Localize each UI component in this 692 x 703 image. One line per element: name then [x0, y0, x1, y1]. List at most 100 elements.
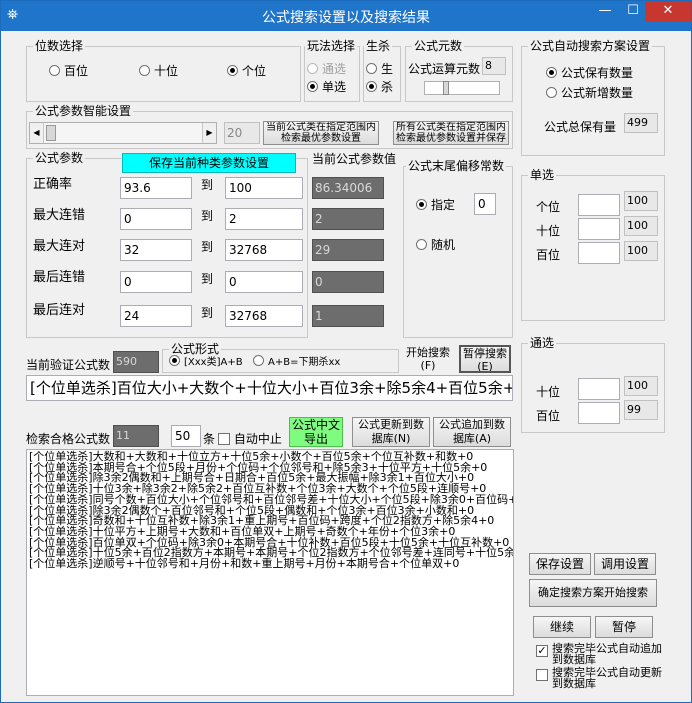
qualified-unit-label: 条: [203, 432, 216, 446]
last-miss-current-value: 0: [312, 271, 384, 293]
kill-group-label: 生杀: [364, 39, 393, 53]
minimize-button[interactable]: —: [591, 1, 619, 22]
export-chinese-button[interactable]: 公式中文导出: [289, 417, 343, 447]
single-units-label: 个位: [536, 200, 561, 214]
qualified-count-value: 11: [113, 425, 159, 447]
kill-kill-radio[interactable]: 杀: [366, 79, 393, 95]
single-tens-label: 十位: [536, 224, 561, 238]
auto-stop-checkbox[interactable]: 自动中止: [218, 431, 282, 447]
play-general-radio[interactable]: 通选: [307, 61, 346, 77]
operation-count-label: 公式运算元数: [408, 62, 481, 76]
tail-random-radio[interactable]: 随机: [416, 237, 455, 253]
result-formula-list[interactable]: [个位单选杀]大数和+大数和+十位立方+十位5余+小数个+百位5余+个位互补数+…: [26, 449, 514, 696]
tail-group: 公式末尾偏移常数 指定 0 随机: [403, 159, 513, 338]
smart-group-label: 公式参数智能设置: [33, 104, 134, 118]
append-database-button[interactable]: 公式追加到数据库(A): [433, 417, 511, 447]
search-optimal-all-button[interactable]: 所有公式类在指定范围内检索最优参数设置并保存: [393, 121, 509, 145]
last-hit-min-input[interactable]: 24: [120, 305, 192, 327]
general-tens-label: 十位: [536, 385, 561, 399]
last-hit-label: 最后连对: [33, 303, 86, 318]
verify-count-value: 590: [113, 351, 159, 373]
general-hundreds-input[interactable]: [578, 402, 620, 424]
general-hundreds-label: 百位: [536, 409, 561, 423]
verify-count-label: 当前验证公式数: [26, 358, 111, 372]
scroll-right-icon[interactable]: ▶: [202, 123, 216, 143]
kill-group: 生杀 生 杀: [363, 39, 401, 102]
position-tens-radio[interactable]: 十位: [139, 63, 178, 79]
scroll-left-icon[interactable]: ◀: [30, 123, 44, 143]
single-hundreds-label: 百位: [536, 248, 561, 262]
close-button[interactable]: ✕: [645, 1, 691, 22]
smart-scrollbar[interactable]: ◀ ▶: [29, 122, 217, 144]
qualified-count-label: 检索合格公式数: [26, 432, 111, 446]
elements-group: 公式元数 公式运算元数 8: [405, 39, 513, 102]
update-database-button[interactable]: 公式更新到数据库(N): [352, 417, 430, 447]
play-single-radio[interactable]: 单选: [307, 79, 346, 95]
play-group-label: 玩法选择: [305, 39, 358, 53]
scheme-add-radio[interactable]: 公式新增数量: [546, 85, 633, 101]
form-next-kill-radio[interactable]: A+B=下期杀xx: [253, 355, 340, 371]
accuracy-current-value: 86.34006: [312, 177, 384, 199]
auto-append-checkbox[interactable]: ✓ 搜索完毕公式自动追加到数据库: [536, 643, 666, 665]
to-label: 到: [201, 209, 214, 223]
max-miss-current-value: 2: [312, 208, 384, 230]
accuracy-max-input[interactable]: 100: [225, 177, 303, 199]
current-params-label: 当前公式参数值: [312, 152, 397, 166]
maximize-button[interactable]: ☐: [619, 1, 647, 22]
main-window: ⛯ 公式搜索设置以及搜索结果 — ☐ ✕ 位数选择 百位 十位 个位 玩法选择 …: [0, 0, 692, 703]
max-miss-max-input[interactable]: 2: [225, 208, 303, 230]
scheme-total-value: 499: [624, 113, 658, 133]
confirm-scheme-search-button[interactable]: 确定搜索方案开始搜索: [529, 579, 657, 607]
accuracy-min-input[interactable]: 93.6: [120, 177, 192, 199]
search-optimal-current-button[interactable]: 当前公式类在指定范围内检索最优参数设置: [263, 121, 379, 145]
start-search-button[interactable]: 开始搜索(F): [402, 345, 454, 373]
last-miss-label: 最后连错: [33, 270, 86, 285]
single-tens-value: 100: [624, 216, 658, 236]
max-hit-min-input[interactable]: 32: [120, 239, 192, 261]
general-tens-input[interactable]: [578, 378, 620, 400]
single-units-value: 100: [624, 191, 658, 211]
pause-search-button[interactable]: 暂停搜索(E): [459, 345, 511, 373]
auto-update-checkbox[interactable]: 搜索完毕公式自动更新到数据库: [536, 667, 666, 689]
kill-live-radio[interactable]: 生: [366, 61, 393, 77]
form-group: 公式形式 [Xxx类]A+B A+B=下期杀xx: [162, 342, 399, 373]
single-tens-input[interactable]: [578, 218, 620, 240]
last-miss-max-input[interactable]: 0: [225, 271, 303, 293]
save-params-button[interactable]: 保存当前种类参数设置: [122, 153, 296, 173]
position-group-label: 位数选择: [33, 39, 86, 53]
play-group: 玩法选择 通选 单选: [304, 39, 360, 102]
tail-value-input[interactable]: 0: [474, 193, 496, 215]
single-hundreds-input[interactable]: [578, 242, 620, 264]
max-hit-max-input[interactable]: 32768: [225, 239, 303, 261]
tail-assign-radio[interactable]: 指定: [416, 197, 455, 213]
list-item[interactable]: [个位单选杀]逆顺号+十位邻号和+月份+和数+重上期号+月份+本期号合+个位单双…: [29, 558, 511, 570]
window-title: 公式搜索设置以及搜索结果: [262, 10, 430, 26]
max-hit-current-value: 29: [312, 239, 384, 261]
pause-button[interactable]: 暂停: [595, 616, 653, 638]
operation-count-slider[interactable]: [424, 81, 500, 95]
accuracy-label: 正确率: [33, 177, 73, 192]
single-units-input[interactable]: [578, 194, 620, 216]
operation-count-value: 8: [482, 57, 506, 75]
to-label: 到: [201, 306, 214, 320]
continue-button[interactable]: 继续: [533, 616, 591, 638]
form-class-radio[interactable]: [Xxx类]A+B: [169, 355, 243, 371]
qualified-limit-input[interactable]: 50: [171, 425, 201, 447]
position-hundreds-radio[interactable]: 百位: [49, 63, 88, 79]
save-settings-button[interactable]: 保存设置: [529, 553, 591, 575]
position-units-radio[interactable]: 个位: [227, 63, 266, 79]
load-settings-button[interactable]: 调用设置: [594, 553, 656, 575]
scheme-keep-radio[interactable]: 公式保有数量: [546, 65, 633, 81]
last-hit-max-input[interactable]: 32768: [225, 305, 303, 327]
smart-group: 公式参数智能设置 ◀ ▶ 20 当前公式类在指定范围内检索最优参数设置 所有公式…: [26, 104, 513, 149]
single-group-label: 单选: [528, 168, 557, 182]
to-label: 到: [201, 240, 214, 254]
last-miss-min-input[interactable]: 0: [120, 271, 192, 293]
tail-group-label: 公式末尾偏移常数: [406, 159, 507, 173]
last-hit-current-value: 1: [312, 305, 384, 327]
single-group: 单选 个位 100 十位 100 百位 100: [521, 168, 665, 321]
max-miss-min-input[interactable]: 0: [120, 208, 192, 230]
smart-value: 20: [224, 122, 260, 144]
scheme-group-label: 公式自动搜索方案设置: [528, 39, 653, 53]
position-group: 位数选择 百位 十位 个位: [26, 39, 301, 102]
